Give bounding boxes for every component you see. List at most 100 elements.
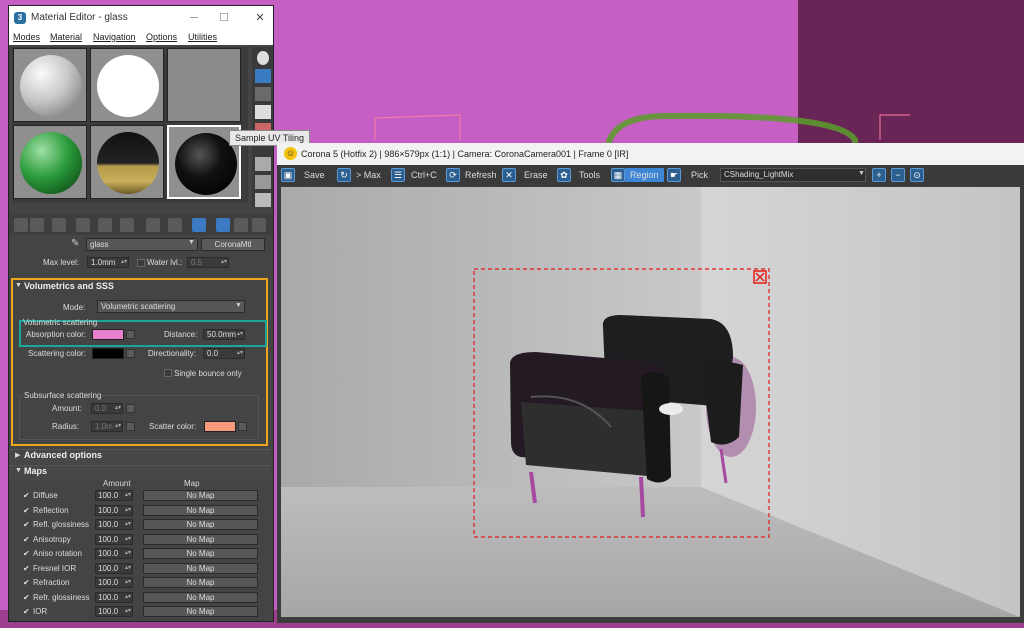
map-enable-checkbox[interactable]: ✔ [23,535,30,544]
map-slot-button[interactable]: No Map [143,577,258,588]
menu-material[interactable]: Material [50,32,82,42]
erase-button[interactable]: Erase [524,168,548,182]
scatter-color-swatch[interactable] [204,421,236,432]
amount-spinner[interactable]: 0.0 [91,403,123,414]
pick-material-icon[interactable] [252,218,266,232]
menu-utilities[interactable]: Utilities [188,32,217,42]
scattering-color-swatch[interactable] [92,348,124,359]
map-enable-checkbox[interactable]: ✔ [23,607,30,616]
copy-icon[interactable]: ☰ [391,168,405,182]
zoom-out-icon[interactable]: − [891,168,905,182]
tools-icon[interactable]: ✿ [557,168,571,182]
collapse-icon[interactable]: ▼ [15,467,22,474]
material-editor-titlebar[interactable]: 3 Material Editor - glass ─ ☐ ✕ [9,6,273,30]
pick-icon[interactable]: ☛ [667,168,681,182]
map-enable-checkbox[interactable]: ✔ [23,564,30,573]
sample-slot-1[interactable] [13,48,87,122]
menu-options[interactable]: Options [146,32,177,42]
map-slot-button[interactable]: No Map [143,504,258,516]
map-amount-spinner[interactable]: 100.0 [95,606,133,617]
region-button[interactable]: Region [625,168,664,182]
zoom-fit-icon[interactable]: ⊙ [910,168,924,182]
water-level-checkbox[interactable] [137,259,145,267]
directionality-spinner[interactable]: 0.0 [203,348,245,359]
material-type-button[interactable]: CoronaMtl [201,238,265,251]
advanced-header[interactable]: Advanced options [24,450,102,460]
collapse-icon[interactable]: ▼ [15,282,22,289]
absorption-color-swatch[interactable] [92,329,124,340]
map-amount-spinner[interactable]: 100.0 [95,591,133,603]
map-amount-spinner[interactable]: 100.0 [95,504,133,516]
map-slot-button[interactable]: No Map [143,606,258,617]
sample-slot-2[interactable] [90,48,164,122]
pick-button[interactable]: Pick [691,168,708,182]
put-to-library-icon[interactable] [120,218,134,232]
close-button[interactable]: ✕ [249,9,271,27]
map-amount-spinner[interactable]: 100.0 [95,519,133,530]
maximize-button[interactable]: ☐ [213,9,235,27]
map-amount-spinner[interactable]: 100.0 [95,562,133,574]
vfb-titlebar[interactable]: ☺ Corona 5 (Hotfix 2) | 986×579px (1:1) … [277,143,1024,165]
save-button[interactable]: Save [304,168,325,182]
radius-map-button[interactable] [126,422,135,431]
make-unique-icon[interactable] [98,218,112,232]
amount-map-button[interactable] [126,404,135,413]
map-amount-spinner[interactable]: 100.0 [95,490,133,501]
map-enable-checkbox[interactable]: ✔ [23,506,30,515]
sample-slot-3[interactable] [167,48,241,122]
reset-map-icon[interactable] [76,218,90,232]
refresh-button[interactable]: Refresh [465,168,497,182]
show-end-result-icon[interactable] [192,218,206,232]
minimize-button[interactable]: ─ [183,9,205,27]
max-level-spinner[interactable]: 1.0mm [87,257,129,268]
make-preview-icon[interactable] [255,157,271,171]
zoom-in-icon[interactable]: + [872,168,886,182]
map-slot-button[interactable]: No Map [143,490,258,501]
single-bounce-checkbox[interactable] [164,369,172,377]
go-to-parent-icon[interactable] [216,218,230,232]
material-id-icon[interactable] [146,218,160,232]
sample-slot-4[interactable] [13,125,87,199]
material-name-field[interactable]: glass [86,238,198,251]
map-slot-button[interactable]: No Map [143,533,258,545]
absorption-map-button[interactable] [126,330,135,339]
water-level-spinner[interactable]: 0.5 [187,257,229,268]
mode-dropdown[interactable]: Volumetric scattering [97,300,245,313]
tools-button[interactable]: Tools [579,168,600,182]
backlight-icon[interactable] [255,69,271,83]
maps-rollout[interactable] [9,465,271,480]
scattering-map-button[interactable] [126,349,135,358]
sample-type-icon[interactable] [257,51,269,65]
go-forward-sibling-icon[interactable] [234,218,248,232]
background-icon[interactable] [255,87,271,101]
map-slot-button[interactable]: No Map [143,519,258,530]
assign-to-selection-icon[interactable] [52,218,66,232]
map-slot-button[interactable]: No Map [143,548,258,559]
options-icon[interactable] [255,175,271,189]
send-to-max-icon[interactable]: ↻ [337,168,351,182]
sample-slot-5[interactable] [90,125,164,199]
map-enable-checkbox[interactable]: ✔ [23,491,30,500]
map-slot-button[interactable]: No Map [143,591,258,603]
save-icon[interactable]: ▣ [281,168,295,182]
render-image[interactable] [281,187,1020,617]
scatter-map-button[interactable] [238,422,247,431]
menu-navigation[interactable]: Navigation [93,32,136,42]
show-shaded-icon[interactable] [168,218,182,232]
map-slot-button[interactable]: No Map [143,562,258,574]
refresh-icon[interactable]: ⟳ [446,168,460,182]
select-by-material-icon[interactable] [255,193,271,207]
menu-modes[interactable]: Modes [13,32,40,42]
volumetrics-header[interactable]: Volumetrics and SSS [24,281,114,291]
map-amount-spinner[interactable]: 100.0 [95,577,133,588]
region-icon[interactable]: ▦ [611,168,625,182]
to-max-button[interactable]: > Max [356,168,381,182]
lightmix-dropdown[interactable]: CShading_LightMix [720,168,866,182]
eyedropper-icon[interactable]: ✎ [71,239,81,249]
map-enable-checkbox[interactable]: ✔ [23,593,30,602]
get-material-icon[interactable] [14,218,28,232]
expand-icon[interactable]: ▶ [15,451,20,459]
map-amount-spinner[interactable]: 100.0 [95,548,133,559]
map-enable-checkbox[interactable]: ✔ [23,520,30,529]
radius-spinner[interactable]: 1.0m [91,421,123,432]
